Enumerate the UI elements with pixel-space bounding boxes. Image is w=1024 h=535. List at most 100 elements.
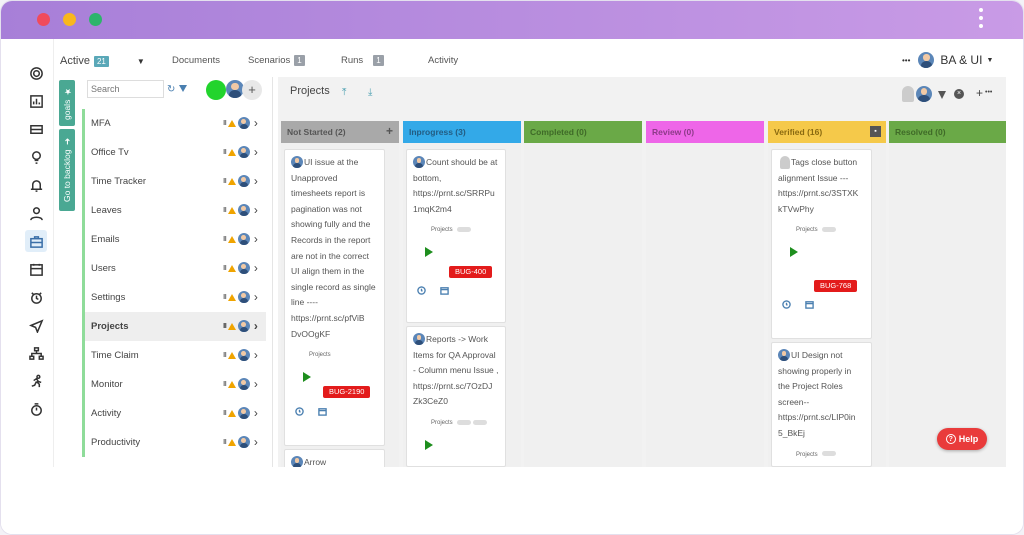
project-avatar [237,146,250,158]
chevron-right-icon[interactable]: › [254,204,258,216]
chevron-right-icon[interactable]: › [254,436,258,448]
bug-badge[interactable]: BUG-768 [814,280,858,292]
warning-icon [227,380,236,388]
goals-tab[interactable]: goals ★ [59,80,75,126]
project-item[interactable]: Time Tracker III › [82,167,266,196]
column-review: Review (0) [646,121,764,467]
chevron-right-icon[interactable]: › [254,320,258,332]
project-item[interactable]: Settings III › [82,283,266,312]
chevron-right-icon[interactable]: › [254,117,258,129]
org-chart-icon[interactable] [25,342,47,364]
add-card-icon[interactable]: + [386,124,393,138]
chevron-right-icon[interactable]: › [254,291,258,303]
clear-filter-icon[interactable]: × [954,89,964,99]
project-item[interactable]: Monitor III › [82,370,266,399]
add-project-button[interactable]: + [242,80,262,100]
add-column-icon[interactable]: + [976,86,983,100]
assignee-avatar[interactable] [916,86,932,102]
task-card[interactable]: Tags close button alignment Issue --- ht… [771,149,872,339]
bug-badge[interactable]: BUG-2190 [323,386,371,398]
project-item[interactable]: Projects III › [82,312,266,341]
calendar-icon[interactable] [805,300,814,309]
column-title: Verified (16) [774,127,823,137]
project-item[interactable]: Users III › [82,254,266,283]
project-avatar [237,117,250,129]
status-indicator[interactable] [206,80,226,100]
help-button[interactable]: ? Help [937,428,987,450]
bug-badge[interactable]: BUG-400 [449,266,493,278]
lightbulb-icon[interactable] [25,146,47,168]
user-icon[interactable] [25,202,47,224]
priority-bars-icon: III [223,438,227,446]
play-icon[interactable] [425,246,433,257]
calendar-icon[interactable] [318,407,327,416]
chevron-right-icon[interactable]: › [254,233,258,245]
play-icon[interactable] [425,439,433,450]
workspace-switcher[interactable]: ••• BA & UI ▼ [902,52,993,68]
chevron-right-icon[interactable]: › [254,407,258,419]
chart-icon[interactable] [25,90,47,112]
calendar-icon[interactable] [25,258,47,280]
clock-icon[interactable] [25,286,47,308]
upload-icon[interactable]: ⤒ [342,87,346,98]
play-icon[interactable] [790,246,798,257]
project-item[interactable]: Office Tv III › [82,138,266,167]
scenarios-count-badge: 1 [294,55,305,66]
tab-activity[interactable]: Activity [428,55,458,66]
task-card[interactable]: UI Design not showing properly in the Pr… [771,342,872,467]
search-input[interactable] [87,80,164,98]
play-icon[interactable] [303,371,311,382]
chevron-right-icon[interactable]: › [254,146,258,158]
maximize-window-button[interactable] [89,13,102,26]
minimize-window-button[interactable] [63,13,76,26]
board-title: Projects [290,85,330,97]
card-project-label: Projects [431,227,453,234]
chevron-right-icon[interactable]: › [254,262,258,274]
project-item[interactable]: Emails III › [82,225,266,254]
ticket-icon[interactable] [25,118,47,140]
more-icon[interactable]: ••• [985,89,992,96]
active-filter[interactable]: Active 21 ▼ [60,55,145,67]
filter-icon[interactable] [938,91,946,99]
collapse-icon[interactable]: ▪ [870,126,881,137]
project-item[interactable]: MFA III › [82,109,266,138]
project-item[interactable]: Activity III › [82,399,266,428]
task-card[interactable]: Count should be at bottom, https://prnt.… [406,149,506,323]
runner-icon[interactable] [25,370,47,392]
task-card[interactable]: UI issue at the Unapproved timesheets re… [284,149,385,446]
project-item[interactable]: Productivity III › [82,428,266,457]
tab-documents-label: Documents [172,55,221,66]
send-icon[interactable] [25,314,47,336]
close-window-button[interactable] [37,13,50,26]
clock-icon[interactable] [295,407,304,416]
calendar-icon[interactable] [440,286,449,295]
refresh-icon[interactable]: ↻ [167,84,175,95]
clock-icon[interactable] [782,300,791,309]
priority-bars-icon: III [223,177,227,185]
runs-count-badge: 1 [373,55,384,66]
warning-icon [227,206,236,214]
project-item-label: Activity [91,408,122,419]
briefcase-icon[interactable] [25,230,47,252]
download-icon[interactable]: ⤓ [368,87,372,98]
chevron-right-icon[interactable]: › [254,378,258,390]
clock-icon[interactable] [417,286,426,295]
tab-scenarios[interactable]: Scenarios 1 [248,55,305,66]
tab-runs[interactable]: Runs 1 [341,55,384,66]
window-menu-icon[interactable] [978,8,984,32]
task-card[interactable]: Reports -> Work Items for QA Approval - … [406,326,506,467]
chevron-right-icon[interactable]: › [254,175,258,187]
warning-icon [227,409,236,417]
project-item[interactable]: Time Claim III › [82,341,266,370]
stopwatch-icon[interactable] [25,398,47,420]
target-icon[interactable] [25,62,47,84]
alarm-icon[interactable] [25,174,47,196]
tab-documents[interactable]: Documents [172,55,220,66]
project-avatar [237,175,250,187]
project-item[interactable]: Leaves III › [82,196,266,225]
go-to-backlog-tab[interactable]: Go to backlog ➜ [59,129,75,211]
chevron-right-icon[interactable]: › [254,349,258,361]
more-icon[interactable]: ••• [902,56,910,65]
unassigned-avatar[interactable] [902,86,914,102]
filter-icon[interactable] [179,85,187,92]
